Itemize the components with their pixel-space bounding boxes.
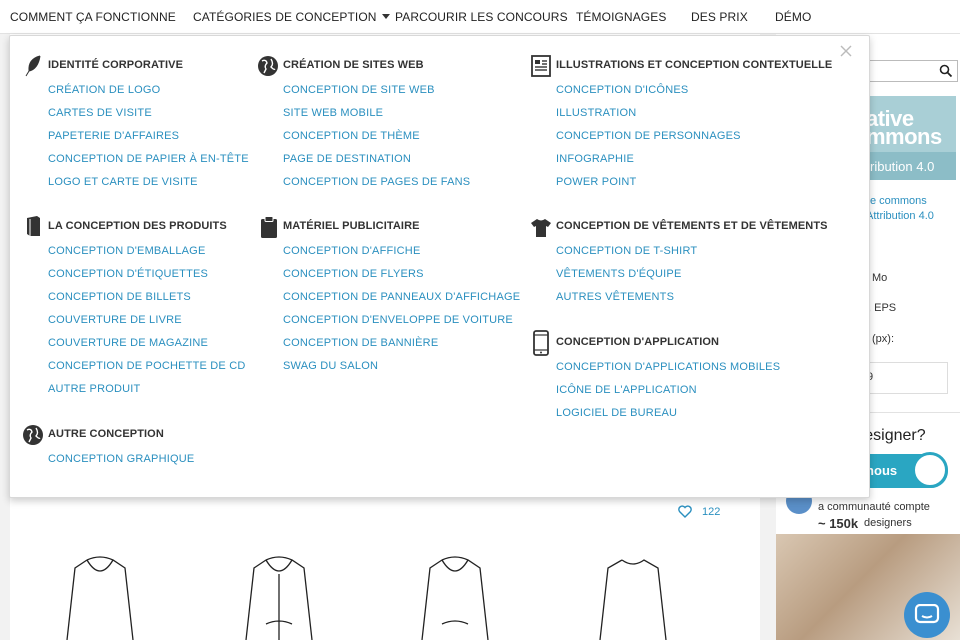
newspaper-icon (531, 55, 551, 77)
category-link-icons[interactable]: Conception d'icônes (556, 84, 688, 96)
nav-browse-contests[interactable]: Parcourir les concours (395, 10, 568, 24)
license-link-line1[interactable]: ive commons (862, 195, 927, 207)
category-link-fan-pages[interactable]: Conception de pages de fans (283, 176, 470, 188)
chat-icon[interactable] (914, 604, 940, 626)
book-icon (27, 216, 40, 236)
like-counter[interactable]: 122 (678, 505, 720, 518)
community-count: ~ 150k (818, 516, 859, 531)
category-link-packaging[interactable]: Conception d'emballage (48, 245, 205, 257)
top-navigation: Comment ça fonctionne Catégories de conc… (0, 0, 960, 34)
category-link-mobile-website[interactable]: Site web mobile (283, 107, 383, 119)
category-link-logo-and-card[interactable]: Logo et carte de visite (48, 176, 198, 188)
hoodie-thumbnail[interactable] (420, 554, 490, 640)
hoodie-thumbnail[interactable] (244, 554, 314, 640)
category-heading-illustration: Illustrations et conception contextuelle (556, 59, 833, 71)
category-link-poster[interactable]: Conception d'affiche (283, 245, 421, 257)
category-heading-product-design: La conception des produits (48, 220, 227, 232)
category-link-magazine-cover[interactable]: Couverture de magazine (48, 337, 208, 349)
category-heading-other-design: Autre conception (48, 428, 164, 440)
clipboard-icon (261, 216, 277, 238)
category-link-book-cover[interactable]: Couverture de livre (48, 314, 182, 326)
cc-banner-line2: mmons (866, 124, 942, 149)
nav-testimonials[interactable]: Témoignages (576, 10, 666, 24)
like-count: 122 (702, 506, 721, 518)
hoodie-thumbnail[interactable] (65, 554, 135, 640)
community-suffix: designers (864, 517, 912, 529)
nav-how-it-works[interactable]: Comment ça fonctionne (10, 10, 176, 24)
category-heading-corporate-identity: Identité corporative (48, 59, 184, 71)
category-link-t-shirt[interactable]: Conception de t-shirt (556, 245, 697, 257)
category-link-team-wear[interactable]: Vêtements d'équipe (556, 268, 682, 280)
category-link-banner[interactable]: Conception de bannière (283, 337, 438, 349)
category-link-logo-design[interactable]: Création de logo (48, 84, 160, 96)
dimensions-label: (px): (872, 333, 894, 345)
feather-icon (25, 55, 41, 77)
category-heading-app-design: Conception d'application (556, 336, 720, 348)
category-link-graphic-design[interactable]: Conception graphique (48, 453, 194, 465)
license-link-line2[interactable]: Attribution 4.0 (866, 210, 934, 222)
category-link-labels[interactable]: Conception d'étiquettes (48, 268, 208, 280)
sweater-thumbnail[interactable] (598, 554, 668, 640)
category-link-desktop-software[interactable]: Logiciel de bureau (556, 407, 677, 419)
category-link-mobile-apps[interactable]: Conception d'applications mobiles (556, 361, 780, 373)
community-text: a communauté compte (818, 501, 930, 513)
globe-icon (23, 425, 43, 445)
nav-demo[interactable]: Démo (775, 10, 811, 24)
creative-commons-banner[interactable]: ative mmons ribution 4.0 (858, 96, 956, 180)
category-link-theme-design[interactable]: Conception de thème (283, 130, 420, 142)
category-link-other-product[interactable]: Autre produit (48, 383, 140, 395)
stopwatch-icon (912, 452, 948, 488)
category-heading-clothing: Conception de vêtements et de vêtements (556, 220, 828, 232)
search-input[interactable] (860, 60, 958, 82)
category-link-website-design[interactable]: Conception de site web (283, 84, 435, 96)
category-link-app-icon[interactable]: Icône de l'application (556, 384, 697, 396)
category-link-stationery[interactable]: Papeterie d'affaires (48, 130, 179, 142)
category-link-landing-page[interactable]: Page de destination (283, 153, 411, 165)
category-link-flyers[interactable]: Conception de flyers (283, 268, 424, 280)
smartphone-icon (533, 330, 549, 356)
heart-icon[interactable] (678, 505, 692, 518)
category-link-power-point[interactable]: Power Point (556, 176, 636, 188)
category-link-business-cards[interactable]: Cartes de visite (48, 107, 152, 119)
nav-design-categories[interactable]: Catégories de conception (193, 10, 390, 24)
category-link-letterhead[interactable]: Conception de papier à en-tête (48, 153, 249, 165)
nav-design-categories-label: Catégories de conception (193, 10, 377, 24)
file-size-value: Mo (872, 272, 888, 284)
globe-icon (258, 56, 278, 76)
category-link-characters[interactable]: Conception de personnages (556, 130, 741, 142)
dimensions-field[interactable]: 9 (860, 362, 948, 394)
category-link-infographic[interactable]: Infographie (556, 153, 634, 165)
category-heading-advertising: Matériel publicitaire (283, 220, 420, 232)
tshirt-icon (531, 219, 551, 237)
category-link-tickets[interactable]: Conception de billets (48, 291, 191, 303)
category-link-other-clothing[interactable]: Autres vêtements (556, 291, 674, 303)
close-icon[interactable] (840, 45, 852, 57)
search-icon[interactable] (939, 64, 953, 78)
category-link-cd-cover[interactable]: Conception de pochette de CD (48, 360, 246, 372)
nav-pricing[interactable]: Des prix (691, 10, 748, 24)
file-formats-value: , EPS (868, 302, 897, 314)
category-link-illustration[interactable]: Illustration (556, 107, 636, 119)
caret-down-icon (381, 14, 390, 19)
category-link-car-wrap[interactable]: Conception d'enveloppe de voiture (283, 314, 513, 326)
category-heading-web-design: Création de sites web (283, 59, 424, 71)
category-link-billboards[interactable]: Conception de panneaux d'affichage (283, 291, 520, 303)
cc-banner-line3: ribution 4.0 (870, 159, 935, 174)
category-link-trade-show-swag[interactable]: Swag du salon (283, 360, 378, 372)
